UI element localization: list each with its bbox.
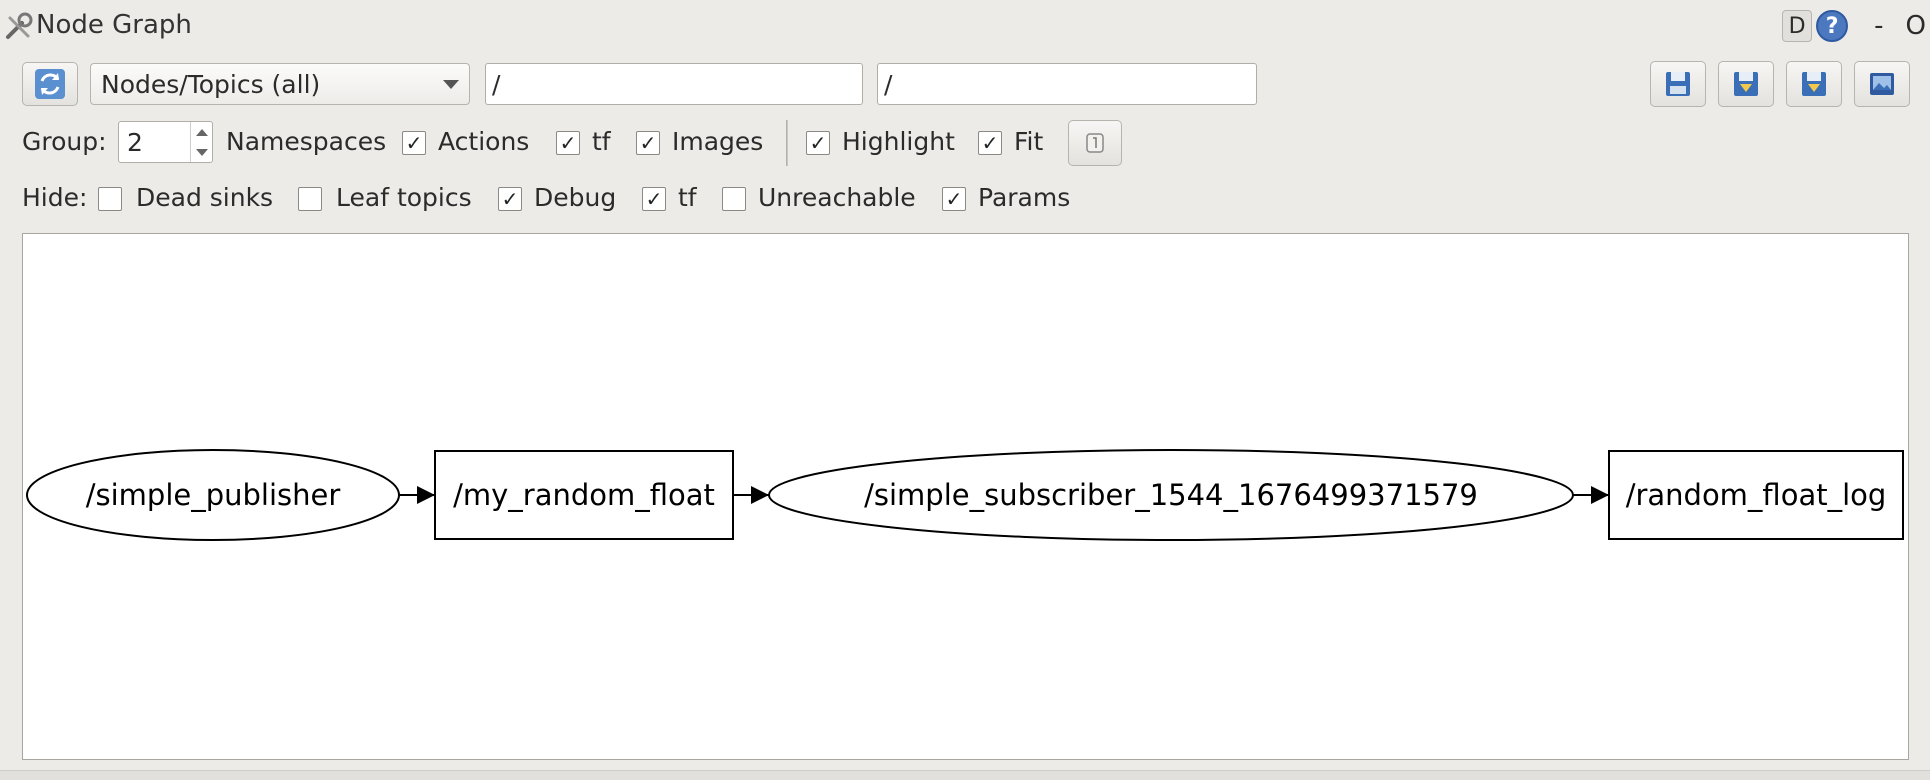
tf-checkbox[interactable]: ✓	[556, 131, 580, 155]
actions-label: Actions	[438, 127, 530, 156]
graph-topic-random-float-log[interactable]: /random_float_log	[1608, 450, 1904, 540]
node-filter-input[interactable]: /	[485, 63, 863, 105]
fit-view-button[interactable]	[1068, 120, 1122, 166]
save-svg-icon	[1802, 72, 1826, 96]
node-label: /simple_publisher	[86, 478, 341, 512]
highlight-label: Highlight	[842, 127, 955, 156]
view-mode-select[interactable]: Nodes/Topics (all)	[90, 63, 470, 105]
spin-down-icon[interactable]	[191, 142, 212, 162]
minimize-button[interactable]: -	[1874, 11, 1883, 41]
node-label: /simple_subscriber_1544_1676499371579	[864, 478, 1478, 512]
graph-node-simple-subscriber[interactable]: /simple_subscriber_1544_1676499371579	[768, 449, 1574, 541]
debug-checkbox[interactable]: ✓	[498, 187, 522, 211]
spin-up-icon[interactable]	[191, 122, 212, 142]
topic-filter-input[interactable]: /	[877, 63, 1257, 105]
refresh-button[interactable]	[22, 62, 78, 106]
leaf-topics-label: Leaf topics	[336, 183, 472, 212]
save-image-button[interactable]	[1854, 61, 1910, 107]
graph-canvas[interactable]: /simple_publisher /my_random_float /simp…	[22, 233, 1909, 760]
save-svg-button[interactable]	[1786, 61, 1842, 107]
load-dot-button[interactable]	[1650, 61, 1706, 107]
topic-label: /random_float_log	[1626, 478, 1887, 512]
view-mode-value: Nodes/Topics (all)	[101, 69, 321, 99]
dock-button[interactable]: D	[1782, 10, 1813, 42]
dead-sinks-label: Dead sinks	[136, 183, 274, 212]
hide-label: Hide:	[22, 183, 88, 212]
title-controls: D ? - O	[1782, 10, 1926, 42]
leaf-topics-checkbox[interactable]	[298, 187, 322, 211]
dead-sinks-checkbox[interactable]	[98, 187, 122, 211]
params-label: Params	[978, 183, 1071, 212]
fit-checkbox[interactable]: ✓	[978, 131, 1002, 155]
images-checkbox[interactable]: ✓	[636, 131, 660, 155]
load-dot-icon	[1666, 72, 1690, 96]
graph-topic-my-random-float[interactable]: /my_random_float	[434, 450, 734, 540]
refresh-icon	[35, 69, 65, 99]
hide-tf-label: tf	[678, 183, 697, 212]
group-label: Group:	[22, 127, 107, 156]
spin-arrows[interactable]	[190, 122, 212, 162]
fit-view-icon	[1086, 133, 1104, 153]
images-label: Images	[672, 127, 764, 156]
window-title: Node Graph	[36, 10, 192, 40]
help-icon[interactable]: ?	[1816, 10, 1849, 42]
fit-label: Fit	[1014, 127, 1044, 156]
group-value[interactable]: 2	[119, 122, 190, 162]
actions-checkbox[interactable]: ✓	[402, 131, 426, 155]
graph-svg[interactable]: /simple_publisher /my_random_float /simp…	[23, 234, 1908, 759]
window-bottom-edge	[0, 770, 1930, 780]
close-button[interactable]: O	[1906, 11, 1926, 41]
highlight-checkbox[interactable]: ✓	[806, 131, 830, 155]
tools-icon	[4, 12, 34, 42]
unreachable-label: Unreachable	[758, 183, 916, 212]
chevron-down-icon	[443, 79, 459, 89]
topic-label: /my_random_float	[453, 478, 715, 512]
save-dot-icon	[1734, 72, 1758, 96]
namespaces-label: Namespaces	[226, 127, 387, 156]
hide-tf-checkbox[interactable]: ✓	[642, 187, 666, 211]
debug-label: Debug	[534, 183, 617, 212]
tf-label: tf	[592, 127, 611, 156]
unreachable-checkbox[interactable]	[722, 187, 746, 211]
group-spinbox[interactable]: 2	[118, 121, 213, 163]
toolbar-separator	[786, 120, 788, 166]
graph-node-simple-publisher[interactable]: /simple_publisher	[26, 449, 400, 541]
params-checkbox[interactable]: ✓	[942, 187, 966, 211]
save-dot-button[interactable]	[1718, 61, 1774, 107]
save-image-icon	[1870, 73, 1894, 95]
